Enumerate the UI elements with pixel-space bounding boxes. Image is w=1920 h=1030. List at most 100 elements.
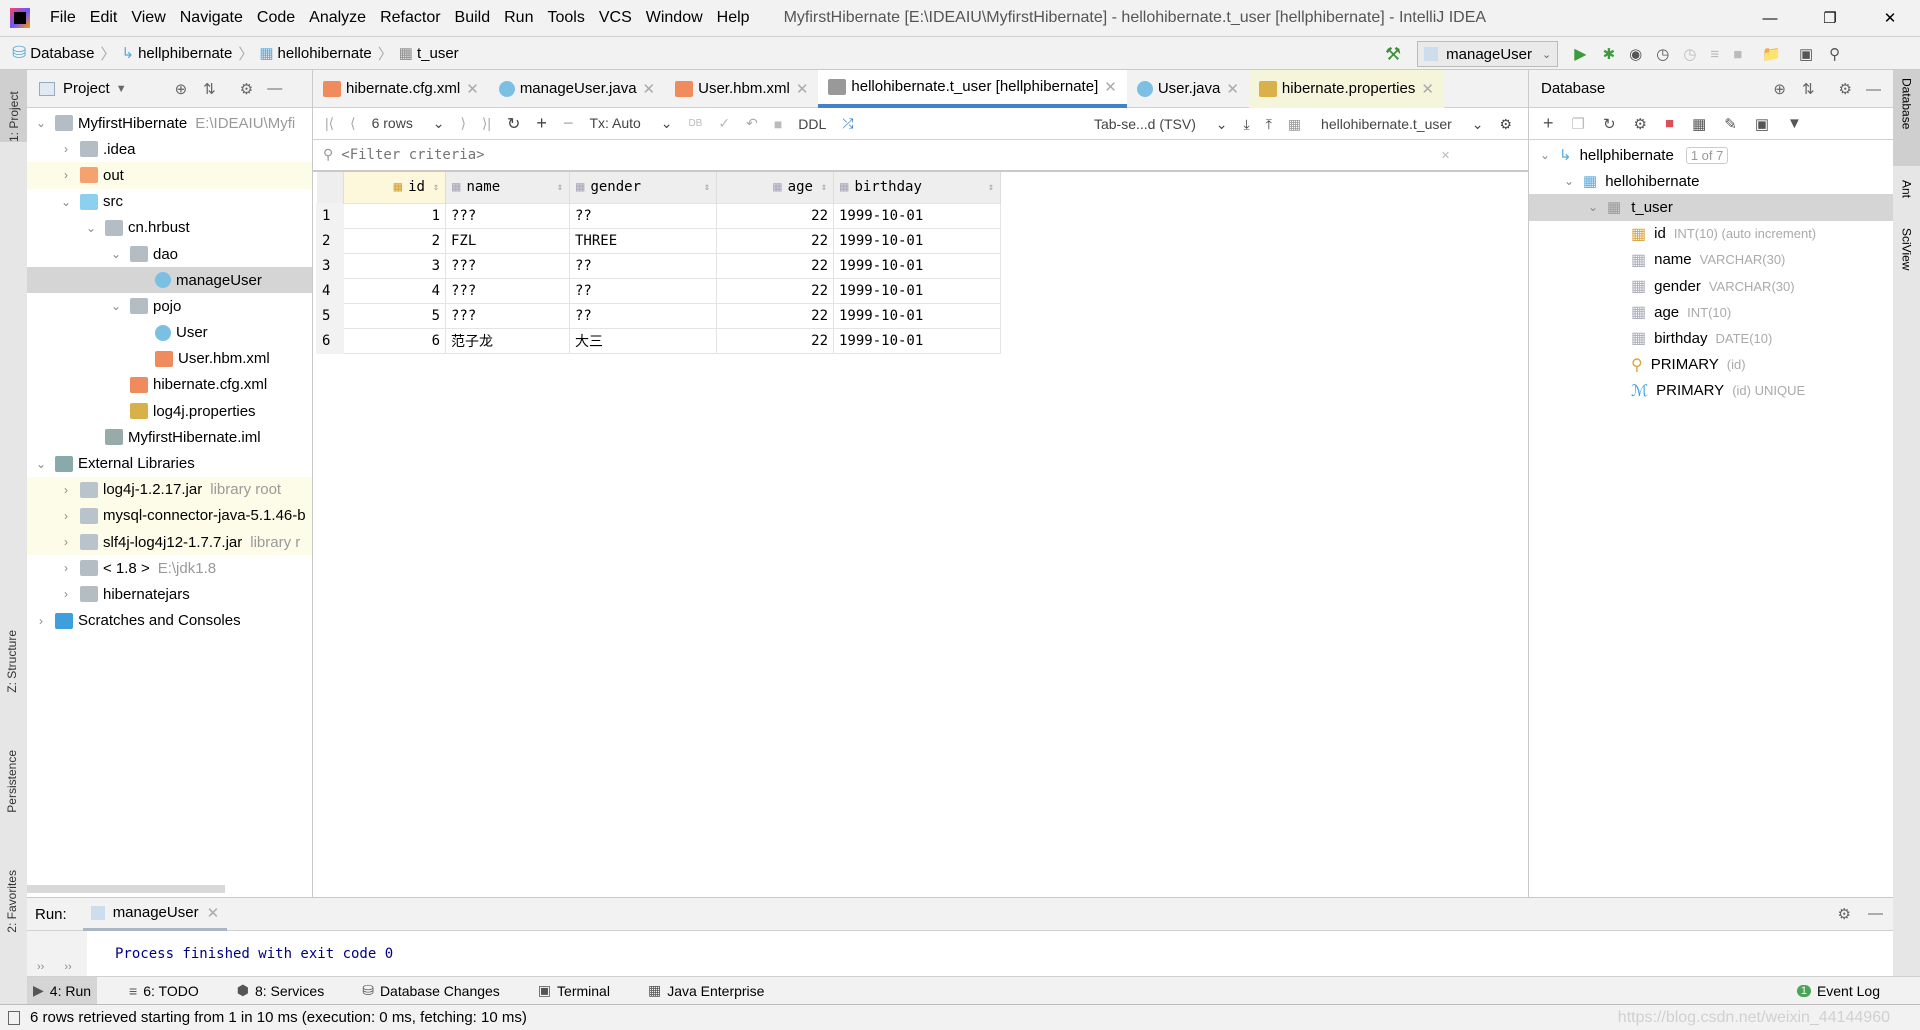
close-tab-icon[interactable]: ✕ [1421,80,1434,98]
table-cell[interactable]: 22 [716,252,834,279]
menu-build[interactable]: Build [455,9,491,27]
locate-icon[interactable]: ⊕ [175,80,188,98]
breadcrumb-database[interactable]: Database [30,45,94,62]
project-tree-item[interactable]: ⌄ External Libraries [27,450,312,476]
export-icon[interactable]: ⤓ [1244,116,1250,133]
column-header-name[interactable]: ▦ name ⇕ [445,172,570,203]
sort-icon[interactable]: ⇕ [821,182,827,193]
table-view-icon[interactable]: ▦ [1692,115,1706,133]
menu-help[interactable]: Help [717,9,750,27]
bottom-tab-java-enterprise[interactable]: ▦ Java Enterprise [642,977,771,1005]
project-view-dropdown[interactable]: Project [63,80,110,97]
project-tree-item[interactable]: › out [27,162,312,189]
debug-icon[interactable]: ✱ [1603,45,1616,63]
editor-tab[interactable]: User.java ✕ [1127,70,1249,108]
presentation-icon[interactable]: ▣ [1799,45,1813,63]
format-dropdown[interactable]: Tab-se...d (TSV) ⌄ [1094,116,1228,133]
table-cell[interactable]: ?? [569,252,717,279]
table-cell[interactable]: ?? [569,302,717,329]
filter-icon[interactable]: ▼ [1787,115,1802,132]
schema-node[interactable]: ⌄ ▦ hellohibernate [1529,168,1893,194]
hide-icon[interactable]: — [1866,81,1881,98]
table-row[interactable]: 3 3????? 22 1999-10-01 [316,252,1001,279]
db-column-node[interactable]: ▦ id INT(10) (auto increment) [1529,221,1893,247]
add-icon[interactable]: + [1543,113,1554,134]
compare-icon[interactable]: ⤮ [842,115,853,132]
hide-icon[interactable]: — [267,80,282,97]
stop-icon[interactable]: ■ [1733,46,1742,63]
profile2-icon[interactable]: ◷ [1683,45,1696,63]
sort-icon[interactable]: ⇕ [988,182,994,193]
menu-run[interactable]: Run [504,9,533,27]
menu-view[interactable]: View [131,9,165,27]
project-tree-item[interactable]: MyfirstHibernate.iml [27,424,312,450]
chevron-right-icon[interactable]: › [58,483,74,497]
table-cell[interactable]: 22 [716,327,834,354]
collapse-all-icon[interactable]: ⇅ [1802,80,1815,98]
column-header-age[interactable]: ▦ age ⇕ [716,172,834,203]
step-icon[interactable]: ≡ [1710,46,1719,63]
editor-tab[interactable]: hibernate.cfg.xml ✕ [313,70,489,108]
breadcrumb-table[interactable]: t_user [417,45,459,62]
gear-icon[interactable]: ⚙ [1499,116,1512,133]
run-config-dropdown[interactable]: manageUser ⌄ [1417,41,1559,67]
run-tab-manageuser[interactable]: manageUser ✕ [82,898,228,931]
column-header-gender[interactable]: ▦ gender ⇕ [569,172,717,203]
table-cell[interactable]: ??? [445,202,570,229]
project-tree-item[interactable]: › hibernatejars [27,581,312,607]
chevron-down-icon[interactable]: ⌄ [108,247,124,261]
project-tree-item[interactable]: › < 1.8 > E:\jdk1.8 [27,555,312,581]
editor-tab[interactable]: hellohibernate.t_user [hellphibernate] ✕ [818,69,1127,108]
table-cell[interactable]: 大三 [569,327,717,354]
db-column-node[interactable]: ▦ age INT(10) [1529,299,1893,325]
prev-page-icon[interactable]: ⟨ [350,115,355,132]
chevron-down-icon[interactable]: ⌄ [33,116,49,130]
project-structure-icon[interactable]: 📁 [1762,45,1781,63]
table-cell[interactable]: 22 [716,277,834,304]
chevron-down-icon[interactable]: ⌄ [108,299,124,313]
table-cell[interactable]: ??? [445,302,570,329]
db-column-node[interactable]: ⚲ PRIMARY (id) [1529,352,1893,378]
hide-icon[interactable]: — [1868,905,1883,922]
editor-tab[interactable]: manageUser.java ✕ [489,70,665,108]
restore-button[interactable]: ❐ [1800,9,1860,27]
table-cell[interactable]: 1999-10-01 [833,252,1001,279]
table-cell[interactable]: 22 [716,302,834,329]
column-header-id[interactable]: ▦ id ⇕ [343,172,446,203]
project-tree-item[interactable]: ⌄ cn.hrbust [27,215,312,241]
disconnect-icon[interactable]: ■ [1665,115,1674,132]
table-cell[interactable]: 6 [343,327,446,354]
project-tree-item[interactable]: hibernate.cfg.xml [27,372,312,398]
build-hammer-icon[interactable]: ⚒ [1385,44,1401,65]
datasource-node[interactable]: ⌄ ↳ hellphibernate 1 of 7 [1529,142,1893,168]
menu-code[interactable]: Code [257,9,295,27]
sort-icon[interactable]: ⇕ [704,182,710,193]
db-column-node[interactable]: ℳ PRIMARY (id) UNIQUE [1529,378,1893,404]
chevron-right-icon[interactable]: › [58,142,74,156]
rollback-icon[interactable]: ↶ [746,115,758,132]
table-cell[interactable]: 1999-10-01 [833,302,1001,329]
breadcrumb-datasource[interactable]: hellphibernate [138,45,232,62]
delete-row-icon[interactable]: − [563,113,574,134]
table-row[interactable]: 5 5????? 22 1999-10-01 [316,302,1001,329]
clear-filter-icon[interactable]: ✕ [1441,147,1449,163]
menu-refactor[interactable]: Refactor [380,9,440,27]
first-page-icon[interactable]: |⟨ [325,115,334,132]
editor-tab[interactable]: hibernate.properties ✕ [1248,69,1444,108]
horizontal-scrollbar[interactable] [27,885,225,893]
project-tree-item[interactable]: ⌄ pojo [27,293,312,319]
commit-icon[interactable]: ✓ [718,115,730,132]
table-row[interactable]: 2 2 FZL THREE 22 1999-10-01 [316,227,1001,254]
add-row-icon[interactable]: + [536,113,547,134]
cancel-query-icon[interactable]: ■ [774,116,782,132]
table-cell[interactable]: 范子龙 [445,327,570,354]
table-cell[interactable]: 1999-10-01 [833,277,1001,304]
import-icon[interactable]: ⤒ [1266,116,1272,133]
table-row[interactable]: 4 4????? 22 1999-10-01 [316,277,1001,304]
persistence-tool-button[interactable]: Persistence [5,750,19,817]
table-cell[interactable]: 2 [343,227,446,254]
project-tree-item[interactable]: › Scratches and Consoles [27,608,312,634]
table-cell[interactable]: 1999-10-01 [833,327,1001,354]
gear-icon[interactable]: ⚙ [240,80,253,98]
table-cell[interactable]: THREE [569,227,717,254]
